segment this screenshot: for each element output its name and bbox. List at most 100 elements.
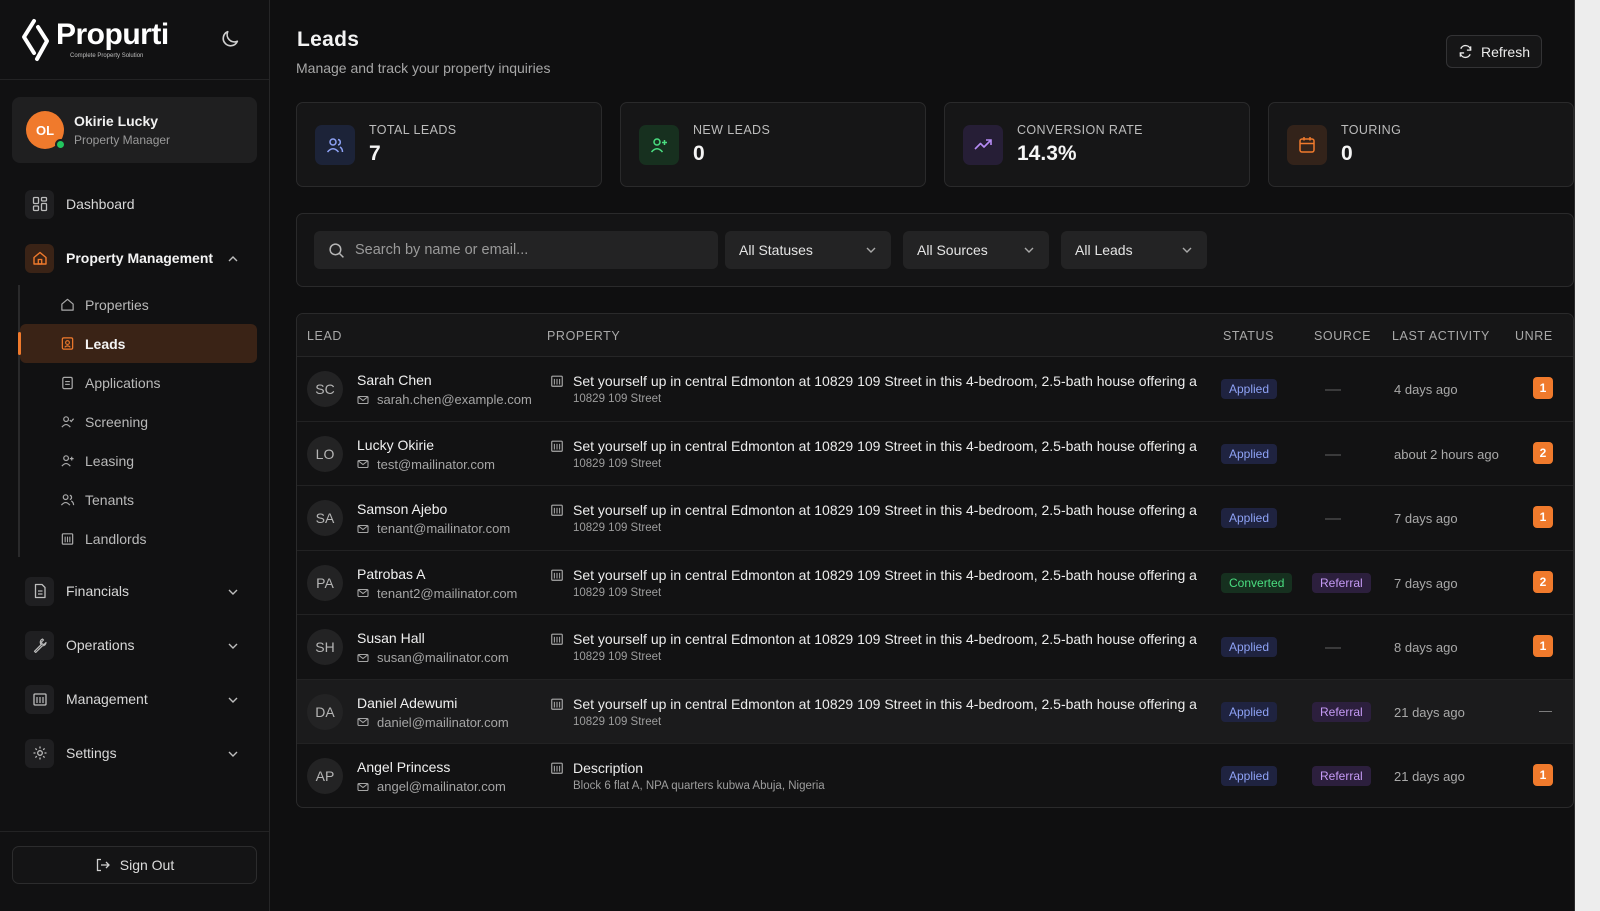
building-icon bbox=[551, 762, 563, 774]
chevron-down-icon[interactable] bbox=[227, 640, 239, 652]
user-check-icon bbox=[61, 416, 75, 428]
table-row[interactable]: SC Sarah Chen sarah.chen@example.com Set yo… bbox=[297, 357, 1573, 422]
sign-out-button[interactable]: Sign Out bbox=[12, 846, 257, 884]
column-header-property[interactable]: PROPERTY bbox=[547, 329, 620, 343]
property-title[interactable]: Set yourself up in central Edmonton at 1… bbox=[573, 631, 1233, 647]
stats-row: TOTAL LEADS 7 NEW LEADS 0 CONVERSION RAT… bbox=[296, 102, 1574, 187]
status-badge-text: Applied bbox=[1229, 511, 1270, 525]
building-icon bbox=[551, 440, 563, 452]
sidebar-item-tenants[interactable]: Tenants bbox=[0, 480, 269, 519]
sidebar-item-screening[interactable]: Screening bbox=[0, 402, 269, 441]
property-title[interactable]: Set yourself up in central Edmonton at 1… bbox=[573, 373, 1233, 389]
sidebar-item-label: Leads bbox=[85, 335, 126, 352]
property-title[interactable]: Set yourself up in central Edmonton at 1… bbox=[573, 438, 1233, 454]
stat-value: 0 bbox=[693, 142, 705, 165]
property-title[interactable]: Set yourself up in central Edmonton at 1… bbox=[573, 502, 1233, 518]
chevron-down-icon[interactable] bbox=[227, 748, 239, 760]
mail-icon bbox=[357, 653, 369, 662]
column-header-lead[interactable]: LEAD bbox=[307, 329, 342, 343]
status-badge: Applied bbox=[1221, 443, 1278, 464]
source-empty-dash bbox=[1325, 453, 1341, 456]
column-header-source[interactable]: SOURCE bbox=[1314, 329, 1371, 343]
sidebar-item-operations[interactable]: Operations bbox=[0, 618, 269, 672]
mail-icon bbox=[357, 395, 369, 404]
lead-initials: SH bbox=[315, 639, 335, 655]
property-title[interactable]: Set yourself up in central Edmonton at 1… bbox=[573, 567, 1233, 583]
lead-name[interactable]: Samson Ajebo bbox=[357, 501, 447, 517]
source-filter-select[interactable]: All Sources bbox=[903, 231, 1049, 269]
users-icon bbox=[326, 137, 344, 153]
sidebar-item-leads[interactable]: Leads bbox=[18, 324, 257, 363]
table-row[interactable]: DA Daniel Adewumi daniel@mailinator.com Set… bbox=[297, 679, 1573, 744]
user-plus-icon bbox=[650, 137, 667, 153]
table-row[interactable]: SH Susan Hall susan@mailinator.com Set your… bbox=[297, 615, 1573, 680]
building-icon bbox=[61, 533, 74, 545]
property-address: Block 6 flat A, NPA quarters kubwa Abuja… bbox=[573, 780, 825, 792]
dashboard-icon-box bbox=[25, 189, 54, 219]
sign-out-label: Sign Out bbox=[119, 857, 175, 873]
lead-email: sarah.chen@example.com bbox=[357, 392, 532, 407]
sidebar-item-leasing[interactable]: Leasing bbox=[0, 441, 269, 480]
column-header-last-activity[interactable]: LAST ACTIVITY bbox=[1392, 329, 1490, 343]
moon-icon[interactable] bbox=[219, 28, 241, 50]
search-box[interactable] bbox=[314, 231, 718, 269]
building-icon bbox=[551, 633, 563, 645]
lead-name[interactable]: Susan Hall bbox=[357, 630, 425, 646]
sidebar-item-landlords[interactable]: Landlords bbox=[0, 519, 269, 558]
status-filter-select[interactable]: All Statuses bbox=[725, 231, 891, 269]
user-card[interactable]: OL Okirie Lucky Property Manager bbox=[12, 97, 257, 163]
lead-name[interactable]: Daniel Adewumi bbox=[357, 695, 457, 711]
sidebar-item-applications[interactable]: Applications bbox=[0, 363, 269, 402]
unread-count: 1 bbox=[1539, 768, 1547, 782]
table-row[interactable]: AP Angel Princess angel@mailinator.com Desc… bbox=[297, 744, 1573, 807]
source-badge: Referral bbox=[1312, 572, 1371, 593]
sidebar-nav: Dashboard Property Management Properties… bbox=[0, 177, 269, 780]
sidebar-item-dashboard[interactable]: Dashboard bbox=[0, 177, 269, 231]
lead-email-text: sarah.chen@example.com bbox=[377, 392, 532, 407]
search-input[interactable] bbox=[355, 242, 695, 258]
sidebar-item-property-management[interactable]: Property Management bbox=[0, 231, 269, 285]
mail-icon bbox=[357, 524, 369, 533]
clipboard-icon bbox=[62, 376, 73, 390]
lead-email-text: tenant@mailinator.com bbox=[377, 521, 511, 536]
status-badge-text: Converted bbox=[1229, 575, 1285, 590]
lead-name[interactable]: Patrobas A bbox=[357, 566, 426, 582]
table-row[interactable]: PA Patrobas A tenant2@mailinator.com Set yo… bbox=[297, 551, 1573, 615]
unread-count-badge: 2 bbox=[1533, 441, 1553, 464]
property-title[interactable]: Set yourself up in central Edmonton at 1… bbox=[573, 696, 1233, 712]
last-activity: 7 days ago bbox=[1394, 575, 1458, 591]
column-header-unread[interactable]: UNRE bbox=[1515, 329, 1553, 343]
refresh-button[interactable]: Refresh bbox=[1446, 35, 1542, 68]
status-badge: Converted bbox=[1221, 572, 1293, 593]
lead-name[interactable]: Sarah Chen bbox=[357, 372, 432, 388]
table-row[interactable]: LO Lucky Okirie test@mailinator.com Set you… bbox=[297, 422, 1573, 486]
sidebar-item-financials[interactable]: Financials bbox=[0, 564, 269, 618]
sidebar-item-settings[interactable]: Settings bbox=[0, 726, 269, 780]
table-row[interactable]: SA Samson Ajebo tenant@mailinator.com Set y… bbox=[297, 486, 1573, 551]
chevron-up-icon[interactable] bbox=[227, 253, 239, 265]
operations-icon-box bbox=[25, 630, 54, 660]
stat-label: TOURING bbox=[1341, 123, 1402, 137]
lead-name[interactable]: Angel Princess bbox=[357, 759, 450, 775]
column-header-status[interactable]: STATUS bbox=[1223, 329, 1274, 343]
lead-email: angel@mailinator.com bbox=[357, 779, 506, 794]
lead-email: tenant2@mailinator.com bbox=[357, 586, 517, 601]
lead-name[interactable]: Lucky Okirie bbox=[357, 437, 434, 453]
unread-count-empty: — bbox=[1539, 702, 1552, 718]
status-badge: Applied bbox=[1221, 508, 1278, 528]
sidebar-item-management[interactable]: Management bbox=[0, 672, 269, 726]
source-badge-text: Referral bbox=[1320, 769, 1363, 783]
lead-initials-avatar: DA bbox=[307, 693, 343, 730]
property-title[interactable]: Description bbox=[573, 760, 1233, 776]
leads-filter-select[interactable]: All Leads bbox=[1061, 231, 1207, 269]
chevron-down-icon[interactable] bbox=[227, 586, 239, 598]
lead-email-text: susan@mailinator.com bbox=[377, 650, 509, 665]
contact-card-icon bbox=[61, 337, 74, 350]
chevron-down-icon[interactable] bbox=[227, 694, 239, 706]
sidebar-item-label: Properties bbox=[85, 296, 149, 313]
last-activity: 21 days ago bbox=[1394, 769, 1465, 784]
stat-value: 14.3% bbox=[1017, 142, 1077, 165]
chevron-down-icon bbox=[866, 247, 876, 253]
sidebar-item-properties[interactable]: Properties bbox=[0, 285, 269, 324]
unread-count: 2 bbox=[1539, 574, 1547, 589]
